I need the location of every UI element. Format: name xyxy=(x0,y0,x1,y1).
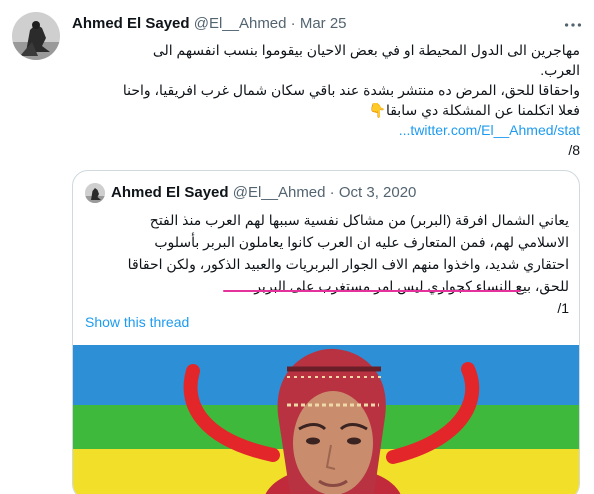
quoted-line: للحق، بيع النساء كجواري ليس امر مستغرب ع… xyxy=(254,278,569,294)
quoted-author-name: Ahmed El Sayed xyxy=(111,184,229,201)
header-separator: · xyxy=(290,15,296,32)
author-name[interactable]: Ahmed El Sayed xyxy=(72,15,190,32)
tweet-line: واحقاقا للحق، المرض ده منتشر بشدة عند با… xyxy=(122,82,580,98)
tweet-body: مهاجرين الى الدول المحيطة او في بعض الاح… xyxy=(72,40,580,160)
show-thread-link[interactable]: Show this thread xyxy=(85,314,189,330)
quoted-header: Ahmed El Sayed @El__Ahmed · Oct 3, 2020 xyxy=(111,183,416,203)
thread-counter: 8/ xyxy=(568,142,580,158)
quoted-line: الاسلامي لهم، فمن المتعارف عليه ان العرب… xyxy=(154,234,569,250)
tweet-line: فعلا اتكلمنا عن المشكلة دي سابقا👇 xyxy=(368,102,580,118)
tweet[interactable]: Ahmed El Sayed @El__Ahmed · Mar 25 مهاجر… xyxy=(0,0,594,494)
quoted-line: احتقاري شديد، واخذوا منهم الاف الجوار ال… xyxy=(127,256,569,272)
quoted-image[interactable] xyxy=(73,345,579,494)
quoted-thread-counter: 1/ xyxy=(557,300,569,316)
tweet-date[interactable]: Mar 25 xyxy=(300,15,347,32)
quoted-date: Oct 3, 2020 xyxy=(338,184,417,201)
quoted-separator: · xyxy=(329,184,335,201)
quoted-body: يعاني الشمال افرقة (البربر) من مشاكل نفس… xyxy=(85,209,569,319)
author-handle[interactable]: @El__Ahmed xyxy=(194,15,287,32)
tweet-line: العرب. xyxy=(540,62,580,78)
annotation-underline xyxy=(223,290,521,292)
quoted-author-avatar xyxy=(85,183,105,203)
tweet-header: Ahmed El Sayed @El__Ahmed · Mar 25 xyxy=(72,14,347,34)
quoted-author-handle: @El__Ahmed xyxy=(232,184,326,201)
author-avatar[interactable] xyxy=(12,12,60,60)
quoted-line: يعاني الشمال افرقة (البربر) من مشاكل نفس… xyxy=(149,212,569,228)
tweet-link[interactable]: twitter.com/El__Ahmed/stat... xyxy=(399,122,580,138)
tweet-line: مهاجرين الى الدول المحيطة او في بعض الاح… xyxy=(152,42,580,58)
more-horizontal-icon[interactable] xyxy=(562,14,584,36)
quoted-tweet[interactable]: Ahmed El Sayed @El__Ahmed · Oct 3, 2020 … xyxy=(72,170,580,494)
